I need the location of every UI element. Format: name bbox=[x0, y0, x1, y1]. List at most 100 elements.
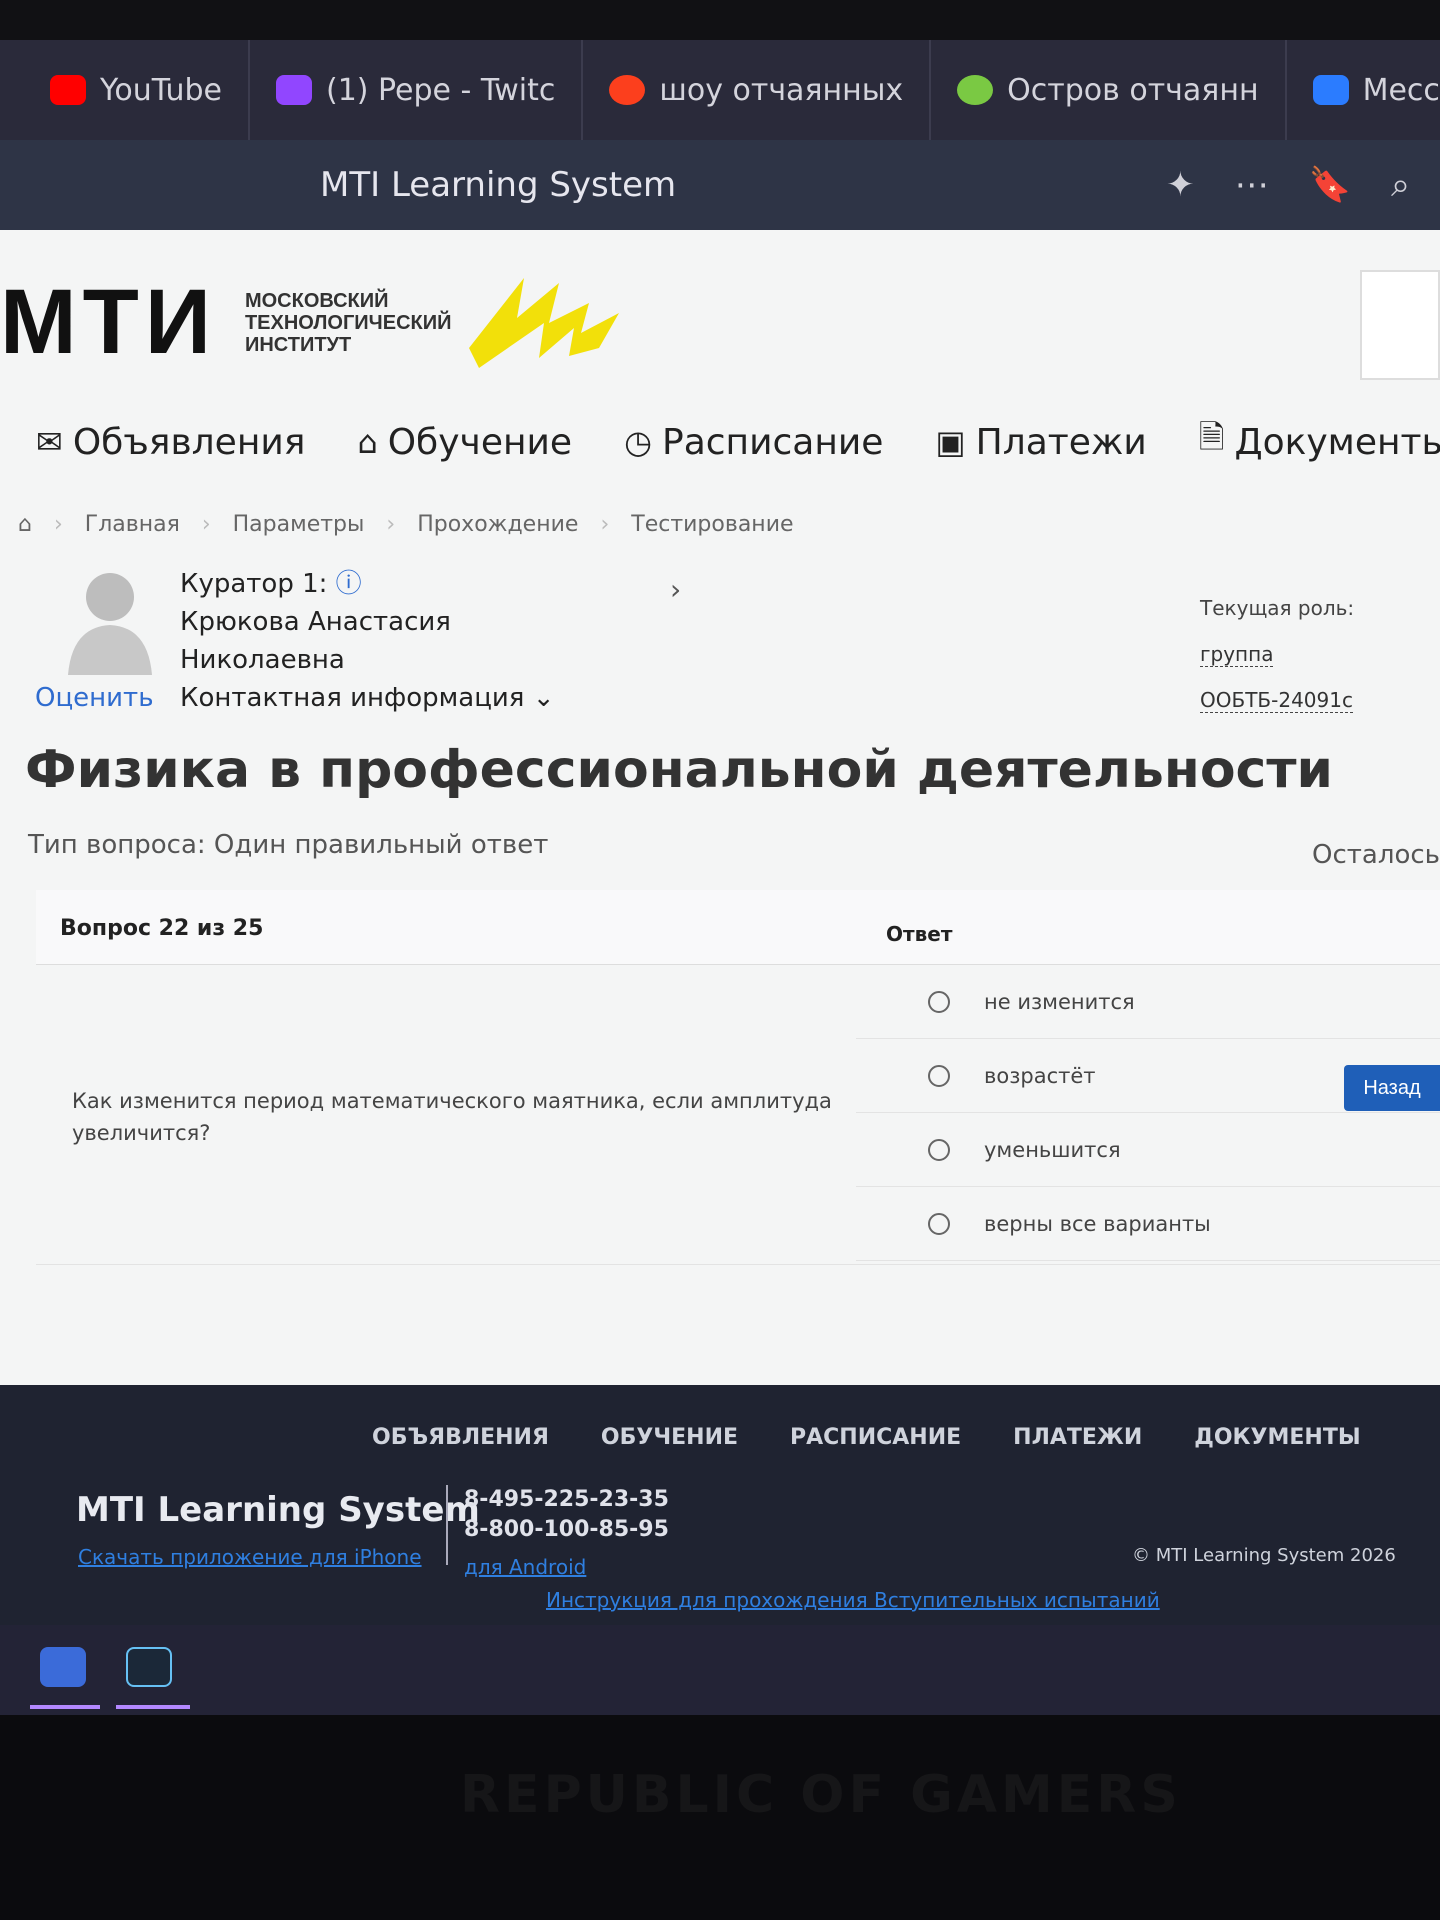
answer-label: не изменится bbox=[984, 989, 1135, 1014]
active-indicator bbox=[116, 1705, 190, 1709]
youtube-icon bbox=[50, 75, 86, 105]
browser-tab[interactable]: Остров отчаянн bbox=[931, 40, 1287, 140]
steam-icon[interactable] bbox=[126, 1647, 172, 1687]
logo-line: технологический bbox=[244, 311, 452, 334]
footer-link[interactable]: ОБУЧЕНИЕ bbox=[601, 1425, 738, 1450]
web-page: МТИ Московский технологический институт … bbox=[0, 230, 1440, 1385]
answer-header: Ответ bbox=[886, 922, 953, 946]
breadcrumb-separator: › bbox=[386, 512, 396, 537]
copyright: © MTI Learning System 2026 bbox=[1132, 1545, 1396, 1566]
help-icon[interactable]: ⓘ bbox=[336, 569, 362, 599]
curator-card: Оценить Куратор 1: ⓘ Крюкова Анастасия Н… bbox=[30, 565, 1430, 725]
footer-link[interactable]: ПЛАТЕЖИ bbox=[1013, 1425, 1142, 1450]
answer-option[interactable]: не изменится bbox=[856, 965, 1440, 1039]
breadcrumb-item: Тестирование bbox=[631, 512, 794, 537]
nav-label: Расписание bbox=[661, 421, 884, 463]
yandex-icon bbox=[609, 75, 646, 105]
answer-option[interactable]: уменьшится bbox=[856, 1113, 1440, 1187]
app-icon[interactable] bbox=[40, 1647, 86, 1687]
breadcrumb-item[interactable]: Прохождение bbox=[417, 512, 578, 537]
megaphone-icon: ✉ bbox=[36, 423, 63, 461]
main-nav: ✉ Объявления ⌂ Обучение ◷ Расписание ▣ Плате… bbox=[36, 415, 1440, 469]
breadcrumb-item[interactable]: Параметры bbox=[233, 512, 365, 537]
bookmark-icon[interactable]: 🔖 bbox=[1309, 165, 1351, 205]
nav-label: Обучение bbox=[387, 421, 573, 463]
answer-label: возрастёт bbox=[984, 1063, 1096, 1088]
radio-button[interactable] bbox=[928, 1064, 950, 1087]
laptop-bezel: REPUBLIC OF GAMERS bbox=[0, 1715, 1440, 1920]
logo-line: институт bbox=[244, 333, 352, 356]
answer-label: уменьшится bbox=[984, 1137, 1121, 1162]
curator-name: Крюкова Анастасия bbox=[180, 607, 451, 637]
ostrov-icon bbox=[957, 75, 994, 105]
browser-title-bar: MTI Learning System ✦ ⋯ 🔖 ⌕ bbox=[0, 140, 1440, 230]
more-icon[interactable]: ⋯ bbox=[1235, 165, 1269, 205]
breadcrumb-separator: › bbox=[600, 512, 610, 537]
instructions-link[interactable]: Инструкция для прохождения Вступительных… bbox=[546, 1588, 1160, 1612]
contact-info-toggle[interactable]: Контактная информация ⌄ bbox=[180, 679, 555, 717]
browser-tab[interactable]: (1) Pepe - Twitc bbox=[250, 40, 584, 140]
phone-number[interactable]: 8-495-225-23-35 bbox=[464, 1485, 669, 1515]
radio-button[interactable] bbox=[928, 1138, 950, 1161]
footer-link[interactable]: ДОКУМЕНТЫ bbox=[1194, 1425, 1360, 1450]
extensions-icon[interactable]: ✦ bbox=[1166, 165, 1195, 205]
clock-icon: ◷ bbox=[624, 423, 652, 461]
answer-option[interactable]: верны все варианты bbox=[856, 1187, 1440, 1261]
search-icon[interactable]: ⌕ bbox=[1391, 165, 1410, 205]
chevron-right-icon[interactable]: › bbox=[670, 573, 681, 606]
breadcrumb-item[interactable]: Главная bbox=[85, 512, 180, 537]
tab-label: YouTube bbox=[100, 72, 222, 108]
nav-documents[interactable]: 🗎 Документы bbox=[1199, 415, 1440, 469]
nav-learning[interactable]: ⌂ Обучение bbox=[357, 415, 572, 469]
browser-tab-bar: YouTube (1) Pepe - Twitc шоу отчаянных О… bbox=[0, 40, 1440, 140]
nav-payments[interactable]: ▣ Платежи bbox=[935, 415, 1146, 469]
nav-label: Платежи bbox=[975, 421, 1147, 463]
android-app-link[interactable]: для Android bbox=[464, 1555, 586, 1579]
nav-label: Документы bbox=[1234, 421, 1440, 463]
phone-number[interactable]: 8-800-100-85-95 bbox=[464, 1515, 669, 1545]
home-icon[interactable]: ⌂ bbox=[18, 512, 32, 537]
site-footer: ОБЪЯВЛЕНИЯ ОБУЧЕНИЕ РАСПИСАНИЕ ПЛАТЕЖИ Д… bbox=[0, 1385, 1440, 1625]
browser-tab[interactable]: шоу отчаянных bbox=[583, 40, 932, 140]
radio-button[interactable] bbox=[928, 990, 950, 1013]
tab-label: шоу отчаянных bbox=[659, 72, 904, 108]
laptop-brand: REPUBLIC OF GAMERS bbox=[460, 1765, 1182, 1825]
back-button[interactable]: Назад bbox=[1344, 1065, 1440, 1111]
nav-announcements[interactable]: ✉ Объявления bbox=[36, 415, 305, 469]
rate-curator-link[interactable]: Оценить bbox=[35, 683, 154, 713]
twitch-icon bbox=[276, 75, 312, 105]
role-label: Текущая роль: bbox=[1200, 596, 1355, 620]
tab-label: Остров отчаянн bbox=[1007, 72, 1259, 108]
question-type: Тип вопроса: Один правильный ответ bbox=[28, 830, 549, 860]
answer-label: верны все варианты bbox=[984, 1211, 1211, 1236]
curator-label: Куратор 1: bbox=[180, 569, 328, 599]
logo-bolt-icon bbox=[469, 277, 620, 368]
breadcrumb: ⌂ › Главная › Параметры › Прохождение › … bbox=[18, 512, 794, 537]
footer-divider bbox=[446, 1485, 448, 1565]
nav-schedule[interactable]: ◷ Расписание bbox=[624, 415, 883, 469]
breadcrumb-separator: › bbox=[201, 512, 211, 537]
messenger-icon bbox=[1312, 75, 1349, 105]
browser-tab[interactable]: YouTube bbox=[0, 40, 250, 140]
logo-subtitle: Московский технологический институт bbox=[245, 290, 452, 356]
logo-mark: МТИ bbox=[0, 271, 217, 373]
curator-patronymic: Николаевна bbox=[180, 645, 345, 675]
browser-tab[interactable]: Мессен bbox=[1287, 40, 1440, 140]
footer-link[interactable]: РАСПИСАНИЕ bbox=[790, 1425, 961, 1450]
window-title: MTI Learning System bbox=[320, 165, 677, 205]
mti-logo[interactable]: МТИ Московский технологический институт bbox=[0, 270, 620, 375]
question-text: Как изменится период математического мая… bbox=[72, 1089, 832, 1145]
question-counter: Вопрос 22 из 25 bbox=[60, 916, 264, 941]
footer-link[interactable]: ОБЪЯВЛЕНИЯ bbox=[372, 1425, 549, 1450]
graduation-cap-icon: ⌂ bbox=[357, 423, 378, 461]
question-row: Как изменится период математического мая… bbox=[36, 965, 1440, 1265]
breadcrumb-separator: › bbox=[53, 512, 63, 537]
question-table: Вопрос 22 из 25 Ответ Как изменится пери… bbox=[36, 890, 1440, 1265]
time-left-label: Осталось bbox=[1312, 840, 1440, 870]
logo-line: Московский bbox=[244, 289, 389, 312]
ios-app-link[interactable]: Скачать приложение для iPhone bbox=[78, 1545, 422, 1569]
user-avatar[interactable] bbox=[1360, 270, 1440, 380]
role-group-select[interactable]: группа ООБТБ-24091с bbox=[1200, 642, 1353, 713]
curator-info: Куратор 1: ⓘ Крюкова Анастасия Николаевн… bbox=[180, 565, 555, 717]
radio-button[interactable] bbox=[928, 1212, 950, 1235]
